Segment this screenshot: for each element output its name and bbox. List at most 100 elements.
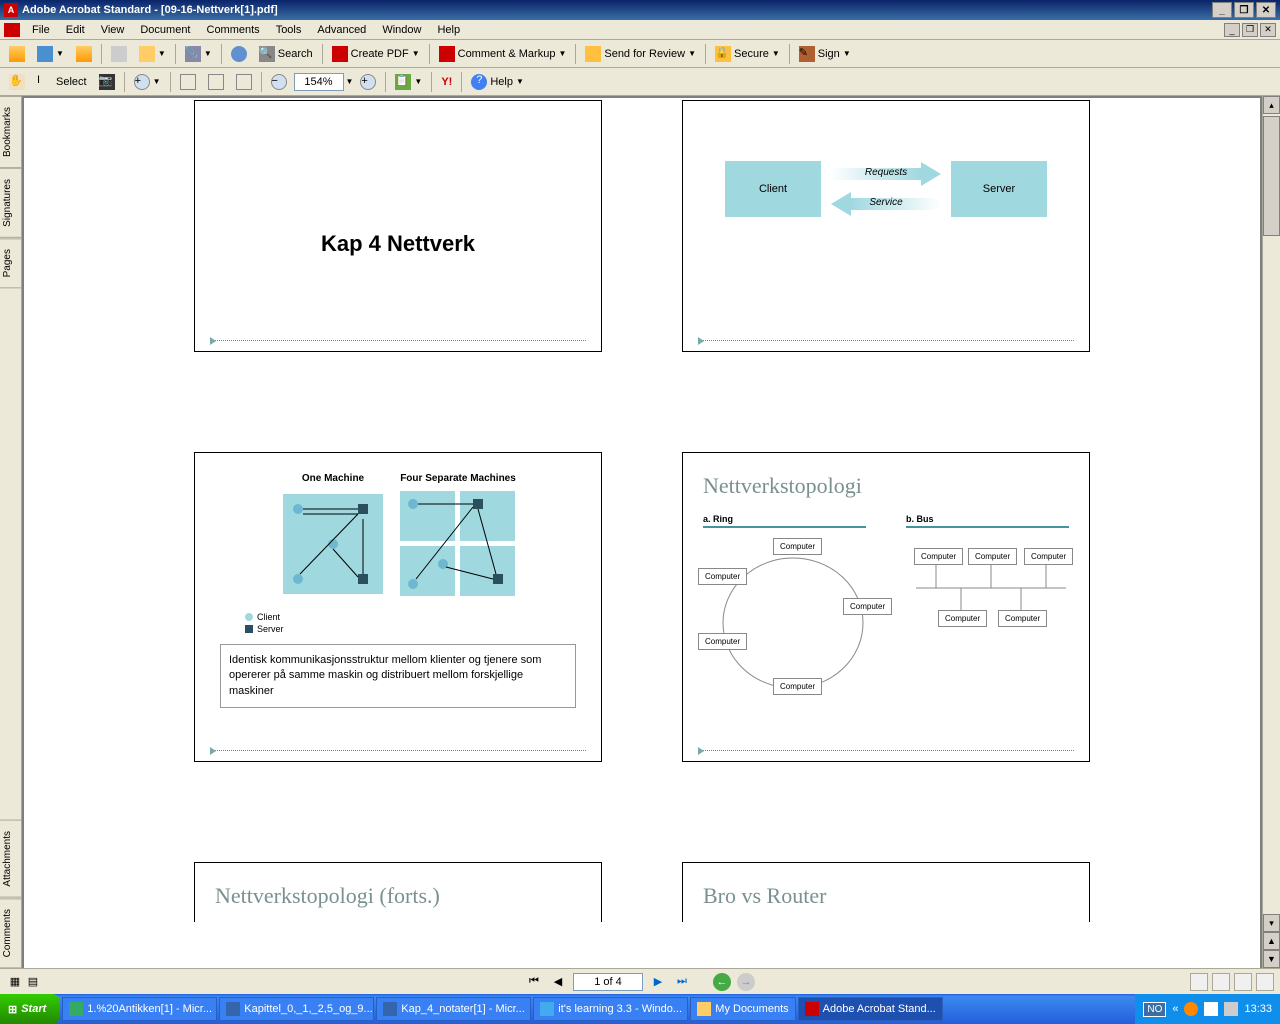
view-facing[interactable] (1234, 973, 1252, 991)
menu-comments[interactable]: Comments (199, 22, 268, 38)
secure-button[interactable]: 🔒Secure▼ (710, 43, 785, 65)
fit-page-button[interactable] (175, 71, 201, 93)
windows-icon: ⊞ (8, 1003, 17, 1016)
restore-button[interactable]: ❐ (1234, 2, 1254, 18)
print-button[interactable] (106, 43, 132, 65)
task-item[interactable]: Kapittel_0,_1,_2,5_og_9... (219, 997, 374, 1021)
back-button[interactable]: ← (713, 973, 731, 991)
language-indicator[interactable]: NO (1143, 1002, 1166, 1017)
next-page-button[interactable]: ▶ (649, 973, 667, 991)
tab-attachments[interactable]: Attachments (0, 820, 21, 898)
sign-label: Sign (818, 48, 840, 60)
menu-edit[interactable]: Edit (58, 22, 93, 38)
fit-visible-button[interactable] (231, 71, 257, 93)
task-item[interactable]: 1.%20Antikken[1] - Micr... (62, 997, 217, 1021)
menu-help[interactable]: Help (429, 22, 468, 38)
send-review-button[interactable]: Send for Review▼ (580, 43, 701, 65)
ring-label: a. Ring (703, 514, 866, 528)
forward-button[interactable]: → (737, 973, 755, 991)
menu-advanced[interactable]: Advanced (309, 22, 374, 38)
menu-window[interactable]: Window (374, 22, 429, 38)
tray-expand[interactable]: « (1172, 1003, 1178, 1015)
scroll-up[interactable]: ▴ (1263, 96, 1280, 114)
scroll-page-up[interactable]: ▲ (1263, 932, 1280, 950)
comment-markup-button[interactable]: Comment & Markup▼ (434, 43, 572, 65)
sign-button[interactable]: ✎Sign▼ (794, 43, 856, 65)
create-pdf-button[interactable]: Create PDF▼ (327, 43, 425, 65)
mail-button[interactable]: ▼ (134, 43, 171, 65)
doc-icon (4, 23, 20, 37)
tray-icon[interactable] (1204, 1002, 1218, 1016)
vertical-scrollbar[interactable]: ▴ ▾ ▲ ▼ (1262, 96, 1280, 968)
task-item[interactable]: Kap_4_notater[1] - Micr... (376, 997, 531, 1021)
tab-signatures[interactable]: Signatures (0, 168, 21, 238)
hand-tool[interactable]: ✋ (4, 71, 30, 93)
zoom-in-tool[interactable]: +▼ (129, 71, 166, 93)
menu-view[interactable]: View (93, 22, 133, 38)
view-single[interactable] (1190, 973, 1208, 991)
requests-label: Requests (831, 167, 941, 178)
organizer-button[interactable]: 📋▼ (390, 71, 427, 93)
layout-icon2[interactable]: ▤ (24, 973, 42, 991)
task-item[interactable]: it's learning 3.3 - Windo... (533, 997, 688, 1021)
minimize-button[interactable]: _ (1212, 2, 1232, 18)
last-page-button[interactable]: ⏭ (673, 973, 691, 991)
tray-icon[interactable] (1184, 1002, 1198, 1016)
document-area[interactable]: Kap 4 Nettverk Client Requests Service S… (22, 96, 1262, 968)
page-input[interactable] (573, 973, 643, 991)
bus-computer: Computer (914, 548, 963, 565)
folder-button[interactable] (71, 43, 97, 65)
task-item-active[interactable]: Adobe Acrobat Stand... (798, 997, 943, 1021)
legend-server: Server (257, 624, 284, 634)
prev-page-button[interactable]: ◀ (549, 973, 567, 991)
bus-computer: Computer (998, 610, 1047, 627)
view-continuous-facing[interactable] (1256, 973, 1274, 991)
search-button[interactable]: 🔍Search (254, 43, 318, 65)
slide-1: Kap 4 Nettverk (194, 100, 602, 352)
snapshot-tool[interactable]: 📷 (94, 71, 120, 93)
open-button[interactable] (4, 43, 30, 65)
search-label: Search (278, 48, 313, 60)
task-item[interactable]: My Documents (690, 997, 795, 1021)
client-box: Client (725, 161, 821, 217)
mdi-restore[interactable]: ❐ (1242, 23, 1258, 37)
zoom-dropdown[interactable]: ▼ (346, 77, 354, 86)
layout-icon[interactable]: ▦ (6, 973, 24, 991)
save-button[interactable]: ▼ (32, 43, 69, 65)
help-button[interactable]: ?Help▼ (466, 71, 529, 93)
scroll-thumb[interactable] (1263, 116, 1280, 236)
menu-document[interactable]: Document (132, 22, 198, 38)
attach-button[interactable]: 📎▼ (180, 43, 217, 65)
zoom-out-button[interactable]: − (266, 71, 292, 93)
globe-button[interactable] (226, 43, 252, 65)
menu-file[interactable]: File (24, 22, 58, 38)
menu-tools[interactable]: Tools (268, 22, 310, 38)
send-label: Send for Review (604, 48, 685, 60)
mdi-close[interactable]: ✕ (1260, 23, 1276, 37)
select-tool[interactable]: ISelect (32, 71, 92, 93)
tray-icon[interactable] (1224, 1002, 1238, 1016)
comment-label: Comment & Markup (458, 48, 556, 60)
yahoo-button[interactable]: Y! (436, 71, 457, 93)
start-button[interactable]: ⊞ Start (0, 994, 60, 1024)
bus-computer: Computer (1024, 548, 1073, 565)
scroll-page-down[interactable]: ▼ (1263, 950, 1280, 968)
close-button[interactable]: ✕ (1256, 2, 1276, 18)
slide4-title: Nettverkstopologi (703, 473, 1069, 499)
zoom-in-button[interactable]: + (355, 71, 381, 93)
mdi-minimize[interactable]: _ (1224, 23, 1240, 37)
fit-width-button[interactable] (203, 71, 229, 93)
tab-pages[interactable]: Pages (0, 238, 21, 288)
zoom-input[interactable] (294, 73, 344, 91)
view-continuous[interactable] (1212, 973, 1230, 991)
clock[interactable]: 13:33 (1244, 1003, 1272, 1015)
tab-comments[interactable]: Comments (0, 898, 21, 968)
titlebar: A Adobe Acrobat Standard - [09-16-Nettve… (0, 0, 1280, 20)
scroll-down[interactable]: ▾ (1263, 914, 1280, 932)
taskbar: ⊞ Start 1.%20Antikken[1] - Micr... Kapit… (0, 994, 1280, 1024)
first-page-button[interactable]: ⏮ (525, 973, 543, 991)
legend-client: Client (257, 612, 280, 622)
tab-bookmarks[interactable]: Bookmarks (0, 96, 21, 168)
ring-computer: Computer (773, 678, 822, 695)
systray: NO « 13:33 (1135, 994, 1280, 1024)
